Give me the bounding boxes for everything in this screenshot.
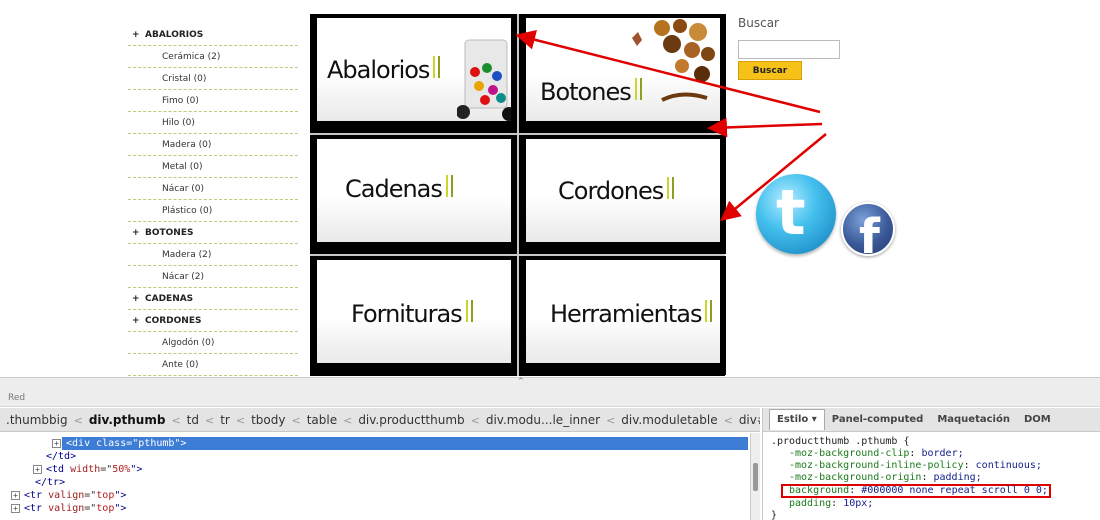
attr-value: pthumb bbox=[138, 438, 175, 449]
tab-panel-computed[interactable]: Panel-computed bbox=[825, 408, 931, 432]
closing-tag: </tr> bbox=[35, 477, 66, 488]
breadcrumb-item[interactable]: table bbox=[301, 413, 343, 427]
tag-close: "> bbox=[114, 490, 127, 501]
css-value: 10px; bbox=[843, 498, 874, 509]
tag-close: "> bbox=[174, 438, 187, 449]
css-declaration[interactable]: -moz-background-clip: border; bbox=[771, 448, 1092, 460]
attr-name: valign bbox=[48, 503, 85, 514]
breadcrumb-item[interactable]: td bbox=[181, 413, 205, 427]
breadcrumb-item[interactable]: div.productthumb bbox=[352, 413, 470, 427]
expand-toggle-icon[interactable]: + bbox=[11, 490, 20, 500]
dom-node[interactable]: </tr> bbox=[0, 476, 750, 489]
breadcrumb-separator-icon: < bbox=[470, 414, 480, 427]
tab-dom[interactable]: DOM bbox=[1017, 408, 1058, 432]
tab-maquetación[interactable]: Maquetación bbox=[930, 408, 1017, 432]
css-property: -moz-background-inline-policy bbox=[789, 460, 964, 471]
css-rule-close: } bbox=[771, 510, 778, 520]
attr-name: class bbox=[96, 438, 127, 449]
breadcrumb-item[interactable]: tbody bbox=[245, 413, 291, 427]
devtools-panel: Red ⌃ .thumbbig < div.pthumb < td < tr < tbody < t… bbox=[0, 377, 1100, 520]
css-value: #000000 none repeat scroll 0 0; bbox=[861, 485, 1048, 496]
css-declaration[interactable]: -moz-background-inline-policy: continuou… bbox=[771, 460, 1092, 472]
css-property: -moz-background-origin bbox=[789, 472, 922, 483]
dom-node[interactable]: + <tr valign="top"> bbox=[0, 502, 750, 515]
colon: : bbox=[849, 485, 862, 496]
closing-tag: </td> bbox=[46, 451, 77, 462]
attr-value: 50% bbox=[112, 464, 131, 475]
breadcrumb-item[interactable]: div.pthumb bbox=[83, 413, 172, 427]
equals: =" bbox=[84, 490, 97, 501]
equals: =" bbox=[126, 438, 139, 449]
colon: : bbox=[831, 498, 844, 509]
dom-tree: + <div class="pthumb"> </td> + <td width="50… bbox=[0, 433, 750, 520]
expand-toggle-icon[interactable]: + bbox=[11, 503, 20, 513]
tag-name: tr bbox=[30, 503, 43, 514]
style-side-panel: Estilo ▾ Panel-computed Maquetación DOM .pr… bbox=[762, 408, 1100, 520]
attr-value: top bbox=[96, 490, 115, 501]
attr-value: top bbox=[96, 503, 115, 514]
css-property: background bbox=[789, 485, 850, 496]
highlighted-declaration[interactable]: background: #000000 none repeat scroll 0… bbox=[781, 484, 1051, 498]
equals: =" bbox=[84, 503, 97, 514]
equals: =" bbox=[100, 464, 113, 475]
tag-close: "> bbox=[130, 464, 143, 475]
devtools-toolbar: Red ⌃ bbox=[0, 377, 1100, 407]
css-declaration[interactable]: -moz-background-origin: padding; bbox=[771, 472, 1092, 484]
tag-name: td bbox=[52, 464, 65, 475]
resize-grip-icon[interactable]: ⌃ bbox=[517, 377, 525, 387]
breadcrumb-separator-icon: < bbox=[171, 414, 181, 427]
tag-close: "> bbox=[114, 503, 127, 514]
style-tabs: Estilo ▾ Panel-computed Maquetación DOM bbox=[763, 408, 1100, 432]
css-value: padding; bbox=[933, 472, 982, 483]
expand-toggle-icon[interactable]: + bbox=[52, 439, 61, 448]
breadcrumb-item[interactable]: tr bbox=[214, 413, 236, 427]
arrow-to-abalorios bbox=[515, 29, 821, 114]
arrow-to-botones bbox=[707, 117, 823, 138]
breadcrumb-separator-icon: < bbox=[205, 414, 215, 427]
panel-label[interactable]: Red bbox=[8, 393, 25, 403]
html-breadcrumb: .thumbbig < div.pthumb < td < tr < tbody < table < d… bbox=[0, 408, 760, 432]
css-value: continuous; bbox=[975, 460, 1042, 471]
breadcrumb-separator-icon: < bbox=[343, 414, 353, 427]
colon: : bbox=[963, 460, 976, 471]
css-value: border; bbox=[921, 448, 964, 459]
css-property: padding bbox=[789, 498, 832, 509]
breadcrumb-item[interactable]: div#vmMainPage bbox=[733, 413, 760, 427]
dom-node[interactable]: </td> bbox=[0, 450, 750, 463]
dom-node[interactable]: + <td width="50%"> bbox=[0, 463, 750, 476]
breadcrumb-separator-icon: < bbox=[606, 414, 616, 427]
scrollbar-thumb[interactable] bbox=[753, 463, 758, 491]
attr-name: valign bbox=[48, 490, 85, 501]
tab-estilo[interactable]: Estilo ▾ bbox=[769, 409, 825, 430]
breadcrumb-separator-icon: < bbox=[235, 414, 246, 427]
expand-toggle-icon[interactable]: + bbox=[33, 464, 42, 474]
tag-name: div bbox=[72, 438, 91, 449]
breadcrumb-separator-icon: < bbox=[723, 414, 733, 427]
tag-name: tr bbox=[30, 490, 43, 501]
breadcrumb-item[interactable]: div.moduletable bbox=[615, 413, 723, 427]
arrow-to-cordones bbox=[720, 133, 827, 222]
css-selector: .productthumb .pthumb { bbox=[771, 436, 910, 447]
breadcrumb-separator-icon: < bbox=[73, 414, 83, 427]
colon: : bbox=[909, 448, 922, 459]
breadcrumb-item[interactable]: div.modu...le_inner bbox=[480, 413, 606, 427]
annotation-arrows bbox=[515, 29, 827, 222]
dom-node[interactable]: + <tr valign="top"> bbox=[0, 489, 750, 502]
css-property: -moz-background-clip bbox=[789, 448, 910, 459]
dom-node[interactable]: + <div class="pthumb"> bbox=[52, 437, 748, 450]
breadcrumb-separator-icon: < bbox=[291, 414, 301, 427]
colon: : bbox=[921, 472, 934, 483]
css-declaration[interactable]: padding: 10px; bbox=[771, 498, 1092, 510]
breadcrumb-item[interactable]: .thumbbig bbox=[0, 413, 74, 427]
attr-name: width bbox=[70, 464, 101, 475]
dom-tree-scrollbar[interactable] bbox=[750, 433, 760, 520]
css-rule: .productthumb .pthumb {-moz-background-c… bbox=[763, 432, 1100, 520]
